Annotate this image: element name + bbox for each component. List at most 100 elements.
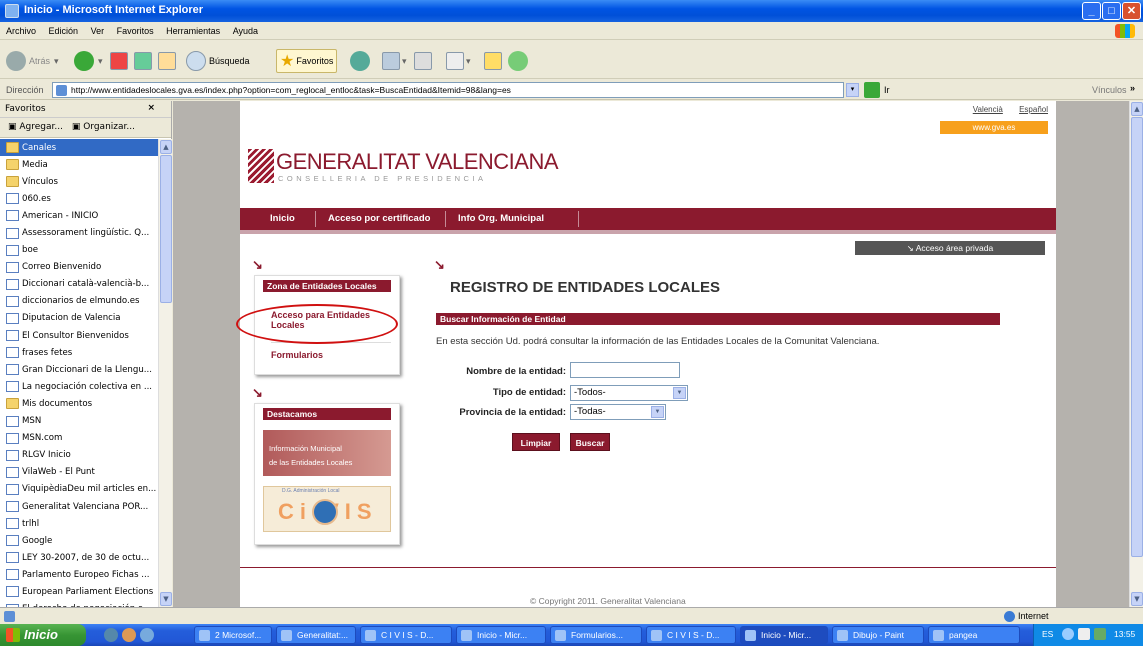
menu-edicion[interactable]: Edición — [49, 26, 79, 36]
scroll-up-icon[interactable]: ▲ — [1131, 102, 1143, 116]
taskbar-button[interactable]: Generalitat:... — [276, 626, 356, 644]
favorite-item[interactable]: Parlamento Europeo Fichas ... — [0, 566, 158, 583]
taskbar-button[interactable]: C I V I S - D... — [360, 626, 452, 644]
page-scrollbar[interactable]: ▲ ▼ — [1129, 101, 1143, 607]
menu-ver[interactable]: Ver — [91, 26, 105, 36]
favorite-item[interactable]: frases fetes — [0, 344, 158, 361]
quicklaunch-icon[interactable] — [122, 628, 136, 642]
favorite-item[interactable]: El Consultor Bienvenidos — [0, 327, 158, 344]
scroll-down-icon[interactable]: ▼ — [1131, 592, 1143, 606]
taskbar-button[interactable]: C I V I S - D... — [646, 626, 736, 644]
refresh-button[interactable] — [134, 49, 152, 73]
entity-name-input[interactable] — [570, 362, 680, 378]
print-button[interactable] — [414, 49, 432, 73]
organize-favorites-button[interactable]: ▣ Organizar... — [72, 122, 135, 132]
favorite-item[interactable]: MSN.com — [0, 430, 158, 447]
start-button[interactable]: Inicio — [0, 624, 86, 646]
go-icon[interactable] — [864, 82, 880, 98]
favorite-item[interactable]: 060.es — [0, 190, 158, 207]
taskbar-button[interactable]: Formularios... — [550, 626, 642, 644]
chevron-right-icon[interactable]: » — [1130, 83, 1135, 93]
favorite-item[interactable]: RLGV Inicio — [0, 447, 158, 464]
favorite-item[interactable]: Canales — [0, 139, 158, 157]
menu-favoritos[interactable]: Favoritos — [117, 26, 154, 36]
favorite-item[interactable]: Correo Bienvenido — [0, 259, 158, 276]
quicklaunch-icon[interactable] — [104, 628, 118, 642]
menu-herramientas[interactable]: Herramientas — [166, 26, 220, 36]
close-icon[interactable]: × — [147, 103, 155, 113]
favorite-item[interactable]: Gran Diccionari de la Llengu... — [0, 361, 158, 378]
civis-banner[interactable]: D.G. Administración Local Ci VIS — [263, 486, 391, 532]
clock[interactable]: 13:55 — [1114, 629, 1135, 639]
nav-info-org-municipal[interactable]: Info Org. Municipal — [458, 213, 544, 224]
favorite-item[interactable]: Diputacion de Valencia — [0, 310, 158, 327]
tray-icon[interactable] — [1094, 628, 1106, 640]
favorite-item[interactable]: European Parliament Elections — [0, 583, 158, 600]
favorite-item[interactable]: Media — [0, 156, 158, 173]
scroll-up-icon[interactable]: ▲ — [160, 140, 172, 154]
maximize-button[interactable]: □ — [1102, 2, 1121, 20]
add-favorite-button[interactable]: ▣ Agregar... — [8, 122, 63, 132]
private-access-link[interactable]: ↘ Acceso área privada — [855, 241, 1045, 255]
taskbar-button[interactable]: pangea — [928, 626, 1020, 644]
lang-valencia-link[interactable]: Valencià — [973, 105, 1003, 114]
favorites-scrollbar[interactable]: ▲ ▼ — [158, 139, 172, 607]
favorites-button[interactable]: ★ Favoritos — [276, 49, 338, 73]
taskbar-button[interactable]: 2 Microsof... — [194, 626, 272, 644]
info-municipal-banner[interactable]: Información Municipal de las Entidades L… — [263, 430, 391, 476]
nav-inicio[interactable]: Inicio — [270, 213, 295, 224]
favorite-item[interactable]: Generalitat Valenciana POR... — [0, 498, 158, 515]
clear-button[interactable]: Limpiar — [512, 433, 560, 451]
title-bar[interactable]: Inicio - Microsoft Internet Explorer _ □… — [0, 0, 1143, 22]
favorite-item[interactable]: diccionarios de elmundo.es — [0, 293, 158, 310]
messenger-button[interactable] — [508, 49, 528, 73]
favorite-item[interactable]: Diccionari català-valencià-b... — [0, 276, 158, 293]
favorite-item[interactable]: La negociación colectiva en ... — [0, 378, 158, 395]
favorite-item[interactable]: VilaWeb - El Punt — [0, 464, 158, 481]
home-button[interactable] — [158, 49, 176, 73]
menu-ayuda[interactable]: Ayuda — [233, 26, 258, 36]
discuss-button[interactable] — [484, 49, 502, 73]
forward-button[interactable]: ▾ — [74, 49, 103, 73]
scroll-down-icon[interactable]: ▼ — [160, 592, 172, 606]
scroll-thumb[interactable] — [160, 155, 172, 303]
taskbar-button[interactable]: Inicio - Micr... — [456, 626, 546, 644]
go-button[interactable]: Ir — [884, 85, 890, 95]
links-label[interactable]: Vínculos — [1092, 85, 1127, 95]
language-indicator[interactable]: ES — [1042, 629, 1053, 639]
quicklaunch-icon[interactable] — [140, 628, 154, 642]
favorite-item[interactable]: trlhl — [0, 515, 158, 532]
minimize-button[interactable]: _ — [1082, 2, 1101, 20]
menu-archivo[interactable]: Archivo — [6, 26, 36, 36]
taskbar-button[interactable]: Inicio - Micr... — [740, 626, 828, 644]
address-dropdown[interactable]: ▾ — [846, 83, 859, 97]
favorite-item[interactable]: MSN — [0, 413, 158, 430]
stop-button[interactable] — [110, 49, 128, 73]
gva-link[interactable]: www.gva.es — [940, 121, 1048, 134]
close-button[interactable]: ✕ — [1122, 2, 1141, 20]
favorite-item[interactable]: Vínculos — [0, 173, 158, 190]
tray-icon[interactable] — [1062, 628, 1074, 640]
lang-espanol-link[interactable]: Español — [1019, 105, 1048, 114]
taskbar-button[interactable]: Dibujo - Paint — [832, 626, 924, 644]
tray-icon[interactable] — [1078, 628, 1090, 640]
address-input[interactable]: http://www.entidadeslocales.gva.es/index… — [52, 82, 844, 98]
nav-acceso-certificado[interactable]: Acceso por certificado — [328, 213, 430, 224]
favorite-item[interactable]: LEY 30-2007, de 30 de octu... — [0, 549, 158, 566]
favorite-item[interactable]: boe — [0, 242, 158, 259]
province-select[interactable]: -Todas- ▼ — [570, 404, 666, 420]
formularios-link[interactable]: Formularios — [271, 350, 323, 360]
scroll-thumb[interactable] — [1131, 117, 1143, 557]
back-button[interactable]: Atrás ▾ — [6, 49, 59, 73]
favorite-item[interactable]: American - INICIO — [0, 207, 158, 224]
favorite-item[interactable]: Google — [0, 532, 158, 549]
search-submit-button[interactable]: Buscar — [570, 433, 610, 451]
search-button[interactable]: Búsqueda — [186, 49, 250, 73]
favorite-item[interactable]: Assessorament lingüístic. Q... — [0, 224, 158, 241]
history-button[interactable] — [350, 49, 370, 73]
edit-button[interactable]: ▾ — [446, 49, 471, 73]
entity-type-select[interactable]: -Todos- ▼ — [570, 385, 688, 401]
favorite-item[interactable]: ViquipèdiaDeu mil articles en... — [0, 481, 158, 498]
mail-button[interactable]: ▾ — [382, 49, 407, 73]
favorite-item[interactable]: Mis documentos — [0, 395, 158, 412]
